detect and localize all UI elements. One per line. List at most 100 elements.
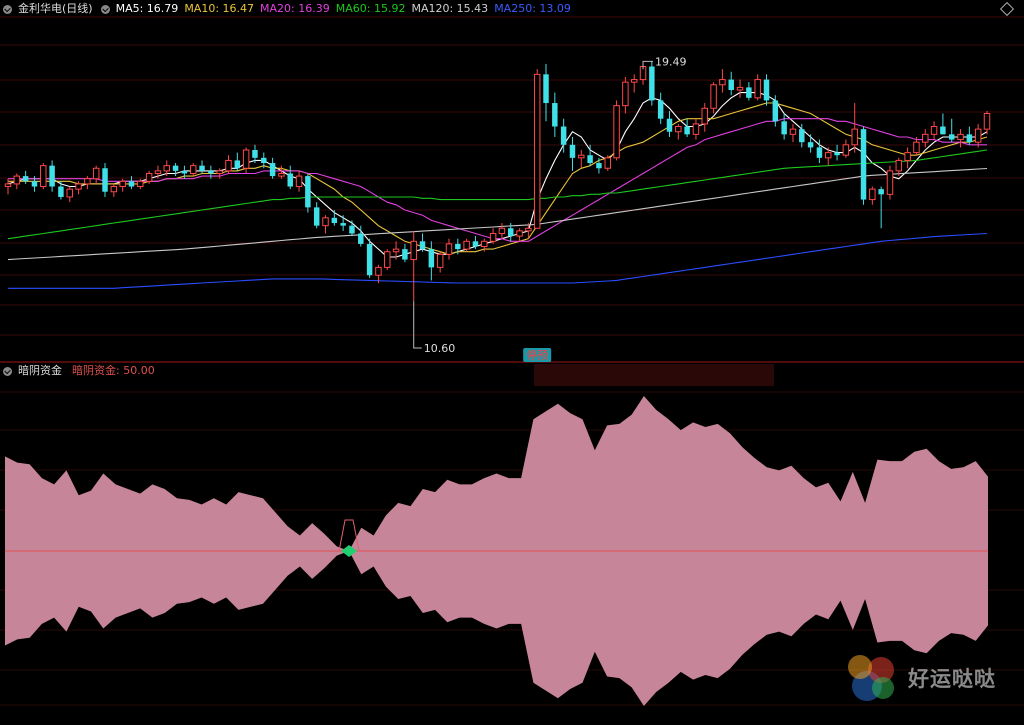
candle-down [816,147,823,158]
candle-up [851,128,858,146]
candle-up [154,170,162,174]
candle-up [40,165,47,188]
candle-up [886,170,894,195]
candle-up [957,133,964,141]
candle-up [630,79,638,83]
chart-canvas: 19.49 10.60 停预 [0,16,1024,706]
candle-down [684,126,690,135]
candle-down [596,163,602,169]
candle-up [392,248,400,253]
candle-down [358,233,364,244]
candle-up [463,240,470,250]
candle-down [261,157,267,164]
candle-down [763,79,770,101]
candle-down [305,176,311,208]
candle-up [189,165,197,174]
ma-line-ma10 [8,102,988,255]
candle-down [366,243,373,276]
candle-up [13,175,21,185]
candle-down [543,74,549,104]
candle-up [692,123,700,135]
candle-down [252,150,258,158]
candle-down [31,181,38,187]
candle-up [436,253,444,268]
candle-down [349,225,355,234]
candle-up [622,81,629,107]
candle-down [878,189,884,195]
low-marker [413,301,422,349]
candle-up [675,126,682,133]
candle-up [516,230,523,237]
candle-up [110,186,118,193]
candle-up [137,180,144,188]
candle-down [799,129,805,143]
highlight-band [534,364,774,386]
candle-up [4,183,12,188]
candle-up [242,149,250,169]
candle-down [172,165,179,171]
candle-up [410,240,417,261]
stop-badge: 停预 [526,348,548,362]
candle-down [340,223,346,226]
candle-down [781,121,787,135]
candle-up [322,217,329,227]
ma-line-ma120 [7,167,988,261]
watermark-text: 好运哒哒 [908,667,996,691]
candle-up [278,172,285,177]
low-label: 10.60 [424,342,456,355]
candle-down [455,243,461,250]
candle-up [789,128,797,135]
candle-up [922,133,929,143]
candle-down [181,170,188,174]
candle-down [587,155,593,164]
candle-down [49,165,55,187]
candle-up [384,251,391,268]
candle-up [119,180,126,188]
candle-up [701,107,708,125]
candle-up [719,79,726,86]
candle-up [710,84,717,109]
candle-down [22,176,29,182]
candle-up [145,172,153,182]
candle-down [102,168,108,192]
candle-up [895,159,903,172]
candle-up [75,183,82,190]
candle-down [234,160,241,169]
candle-up [84,178,91,185]
candle-down [569,144,576,158]
candle-down [657,100,664,119]
candle-down [940,126,946,135]
candle-down [666,118,673,132]
candle-up [736,86,744,91]
candle-up [225,159,232,172]
candle-down [966,134,973,143]
candle-up [445,243,453,255]
candle-up [216,170,223,174]
candle-up [489,232,497,242]
candle-up [66,188,73,198]
candle-up [930,126,938,135]
candle-up [578,154,585,159]
candle-down [860,129,867,200]
candle-up [525,227,532,232]
candle-down [287,173,293,187]
ma-line-ma60 [7,149,988,240]
candle-down [208,170,214,174]
candle-down [772,100,779,122]
candle-down [419,241,426,250]
candle-up [825,152,832,159]
ma-line-ma250 [8,232,988,289]
candle-up [904,152,911,161]
candle-up [754,79,761,99]
candle-up [983,112,991,130]
candle-down [331,217,338,224]
candle-up [163,165,170,172]
candle-down [728,79,734,90]
ma-line-ma5 [7,92,988,258]
candle-down [552,103,558,127]
candle-up [869,188,876,201]
candle-up [974,128,982,143]
high-label: 19.49 [655,55,687,68]
candle-down [313,207,320,226]
candle-up [913,141,920,154]
